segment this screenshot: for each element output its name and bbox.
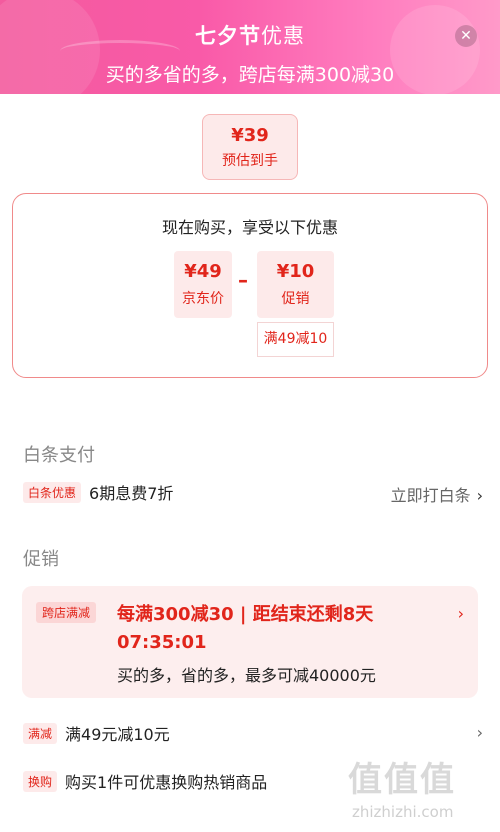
promo-item-text: 购买1件可优惠换购热销商品 (65, 773, 268, 792)
watermark-url: zhizhizhi.com (352, 803, 454, 821)
cross-store-promo-main: 每满300减30 | 距结束还剩8天 07:35:01 (117, 604, 374, 653)
promo-header: 七夕节优惠 买的多省的多，跨店每满300减30 ✕ (0, 0, 500, 94)
promo-item-badge: 满减 (23, 722, 58, 744)
estimated-price-box: ¥39 预估到手 (202, 114, 298, 180)
promo-rule-tag: 满49减10 (257, 322, 334, 357)
promo-item-badge: 换购 (23, 770, 58, 792)
festival-suffix: 优惠 (261, 24, 305, 48)
festival-title: 七夕节优惠 (0, 20, 500, 50)
baitiao-action-label: 立即打白条 (390, 486, 471, 505)
promo-item-text: 满49元减10元 (65, 725, 170, 744)
baitiao-badge: 白条优惠 (23, 481, 82, 503)
chevron-right-icon: › (457, 604, 464, 623)
baitiao-offer-text: 6期息费7折 (89, 484, 174, 503)
festival-subtitle: 买的多省的多，跨店每满300减30 (105, 64, 395, 86)
cross-store-promo-card[interactable]: 跨店满减 每满300减30 | 距结束还剩8天 07:35:01 买的多，省的多… (22, 586, 478, 698)
jd-price-box: ¥49 京东价 (174, 251, 232, 318)
close-icon[interactable]: ✕ (455, 25, 477, 47)
baitiao-section-title: 白条支付 (23, 445, 95, 466)
watermark-logo: 值值值 (348, 760, 456, 800)
baitiao-row[interactable]: 白条优惠 6期息费7折 立即打白条 › (23, 480, 483, 508)
chevron-right-icon: › (476, 486, 483, 505)
price-breakdown-panel: 现在购买，享受以下优惠 (12, 193, 488, 378)
festival-name: 七夕节 (195, 24, 261, 48)
cross-store-promo-desc: 买的多，省的多，最多可减40000元 (117, 666, 376, 685)
minus-sign: – (238, 268, 248, 292)
promo-discount-value: ¥10 (276, 261, 315, 282)
promotion-section-title: 促销 (23, 549, 59, 570)
chevron-right-icon: › (476, 723, 483, 742)
breakdown-title: 现在购买，享受以下优惠 (161, 218, 338, 237)
site-watermark: 值值值 zhizhizhi.com (348, 752, 488, 827)
promo-discount-box: ¥10 促销 (257, 251, 334, 318)
promo-item-row[interactable]: 满减 满49元减10元 › (23, 721, 483, 749)
jd-price-value: ¥49 (184, 261, 222, 282)
estimated-price-label: 预估到手 (222, 153, 278, 169)
estimated-price: ¥39 (231, 125, 269, 146)
cross-store-badge: 跨店满减 (36, 602, 97, 623)
promo-discount-label: 促销 (281, 291, 310, 307)
baitiao-action-link[interactable]: 立即打白条 › (391, 482, 483, 506)
jd-price-label: 京东价 (182, 291, 224, 307)
